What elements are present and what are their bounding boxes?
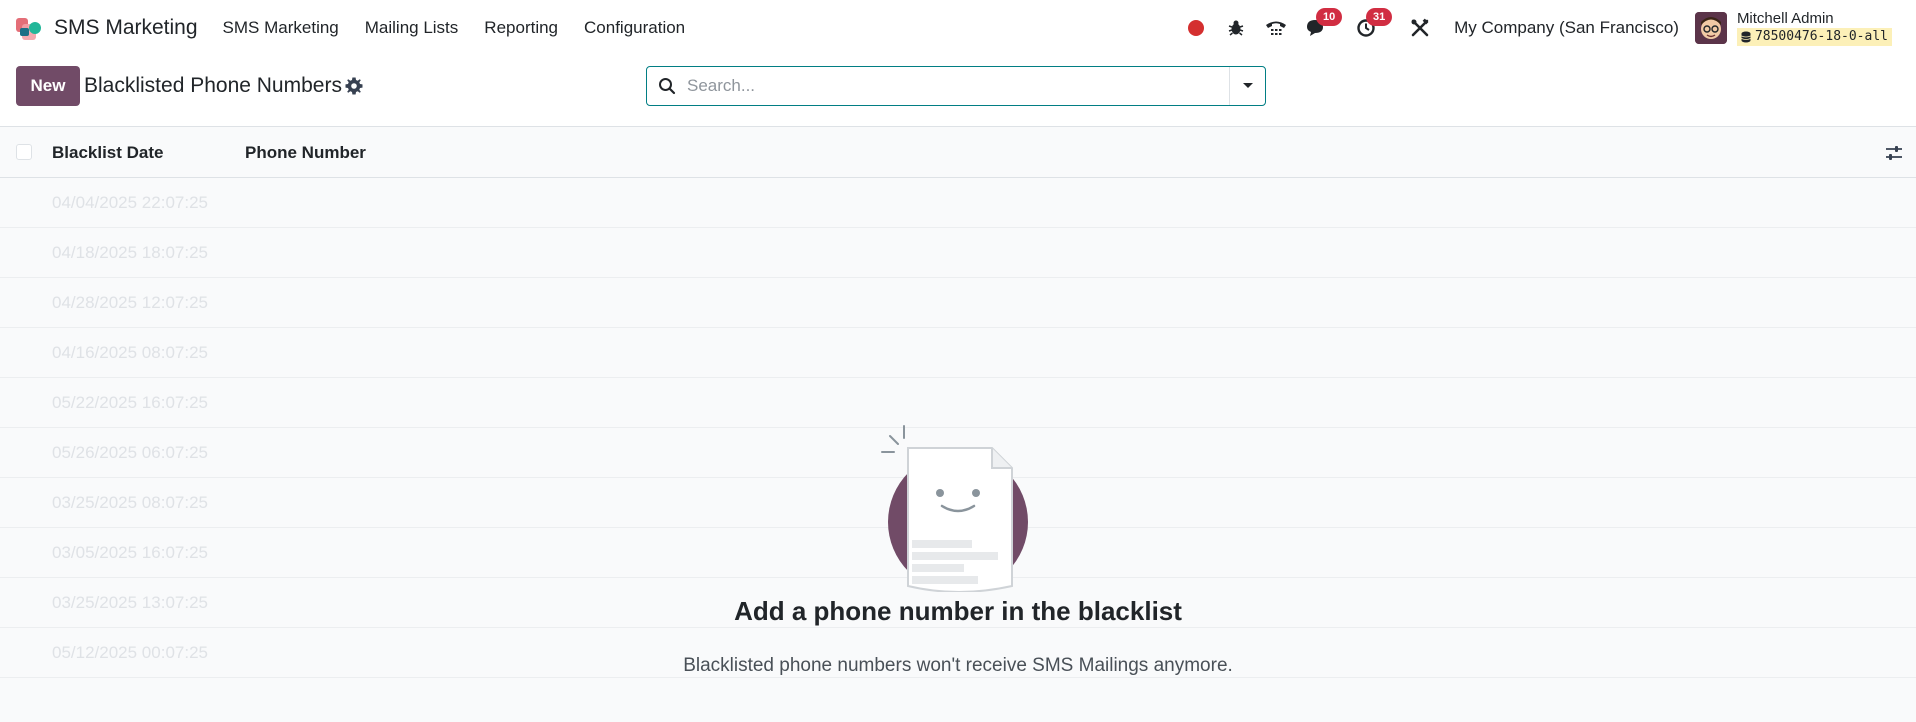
user-name: Mitchell Admin — [1736, 10, 1834, 27]
search-options-toggle[interactable] — [1229, 67, 1265, 105]
systray: 10 31 My Company (San Francisco) Mitchel… — [1176, 0, 1916, 56]
list-row: 04/04/2025 22:07:25 — [0, 178, 1916, 228]
main-menu: SMS Marketing Mailing Lists Reporting Co… — [210, 18, 699, 38]
list-row: 04/18/2025 18:07:25 — [0, 228, 1916, 278]
menu-item-configuration[interactable]: Configuration — [571, 18, 698, 38]
new-button[interactable]: New — [16, 66, 80, 106]
select-all-checkbox[interactable] — [16, 144, 32, 160]
settings-tools-icon[interactable] — [1408, 16, 1432, 40]
empty-document-illustration-icon — [878, 422, 1038, 593]
list-row: 04/16/2025 08:07:25 — [0, 328, 1916, 378]
list-row: 04/28/2025 12:07:25 — [0, 278, 1916, 328]
optional-columns-sliders-icon[interactable] — [1884, 143, 1904, 163]
database-name: 78500476-18-0-all — [1754, 29, 1888, 44]
menu-item-sms-marketing[interactable]: SMS Marketing — [210, 18, 352, 38]
database-icon — [1741, 31, 1751, 43]
messages-badge: 10 — [1316, 8, 1343, 26]
row-date: 04/28/2025 12:07:25 — [52, 293, 208, 312]
gear-icon[interactable] — [344, 76, 364, 96]
row-date: 04/18/2025 18:07:25 — [52, 243, 208, 262]
column-header-blacklist-date[interactable]: Blacklist Date — [52, 143, 164, 163]
row-date: 04/04/2025 22:07:25 — [52, 193, 208, 212]
messages-icon[interactable]: 10 — [1304, 8, 1343, 40]
list-view: Blacklist Date Phone Number 04/04/2025 2… — [0, 127, 1916, 722]
menu-item-reporting[interactable]: Reporting — [471, 18, 571, 38]
search-icon — [647, 67, 687, 105]
row-date: 05/22/2025 16:07:25 — [52, 393, 208, 412]
page-title: Blacklisted Phone Numbers — [84, 74, 342, 97]
company-switcher[interactable]: My Company (San Francisco) — [1454, 18, 1679, 38]
activities-clock-icon[interactable]: 31 — [1354, 8, 1393, 40]
record-icon[interactable] — [1184, 16, 1208, 40]
search-bar — [646, 66, 1266, 106]
top-navbar: SMS Marketing SMS Marketing Mailing List… — [0, 0, 1916, 56]
menu-item-mailing-lists[interactable]: Mailing Lists — [352, 18, 472, 38]
user-menu[interactable]: Mitchell Admin 78500476-18-0-all — [1736, 10, 1892, 46]
debug-bug-icon[interactable] — [1224, 16, 1248, 40]
control-panel: New Blacklisted Phone Numbers — [0, 56, 1916, 127]
list-header: Blacklist Date Phone Number — [0, 127, 1916, 178]
user-avatar[interactable] — [1694, 12, 1727, 44]
list-row: 05/22/2025 16:07:25 — [0, 378, 1916, 428]
row-date: 04/16/2025 08:07:25 — [52, 343, 208, 362]
caret-down-icon — [1242, 83, 1253, 88]
search-input[interactable] — [687, 68, 1229, 104]
app-logo-icon — [14, 14, 42, 42]
app-name[interactable]: SMS Marketing — [54, 16, 198, 40]
column-header-phone-number[interactable]: Phone Number — [245, 143, 366, 163]
activities-badge: 31 — [1366, 8, 1393, 26]
brand[interactable]: SMS Marketing — [14, 14, 198, 42]
empty-state-title: Add a phone number in the blacklist — [734, 596, 1182, 626]
empty-state-subtitle: Blacklisted phone numbers won't receive … — [683, 655, 1233, 676]
database-tag: 78500476-18-0-all — [1736, 28, 1892, 46]
phone-icon[interactable] — [1264, 16, 1288, 40]
empty-state: Add a phone number in the blacklist Blac… — [0, 422, 1916, 677]
